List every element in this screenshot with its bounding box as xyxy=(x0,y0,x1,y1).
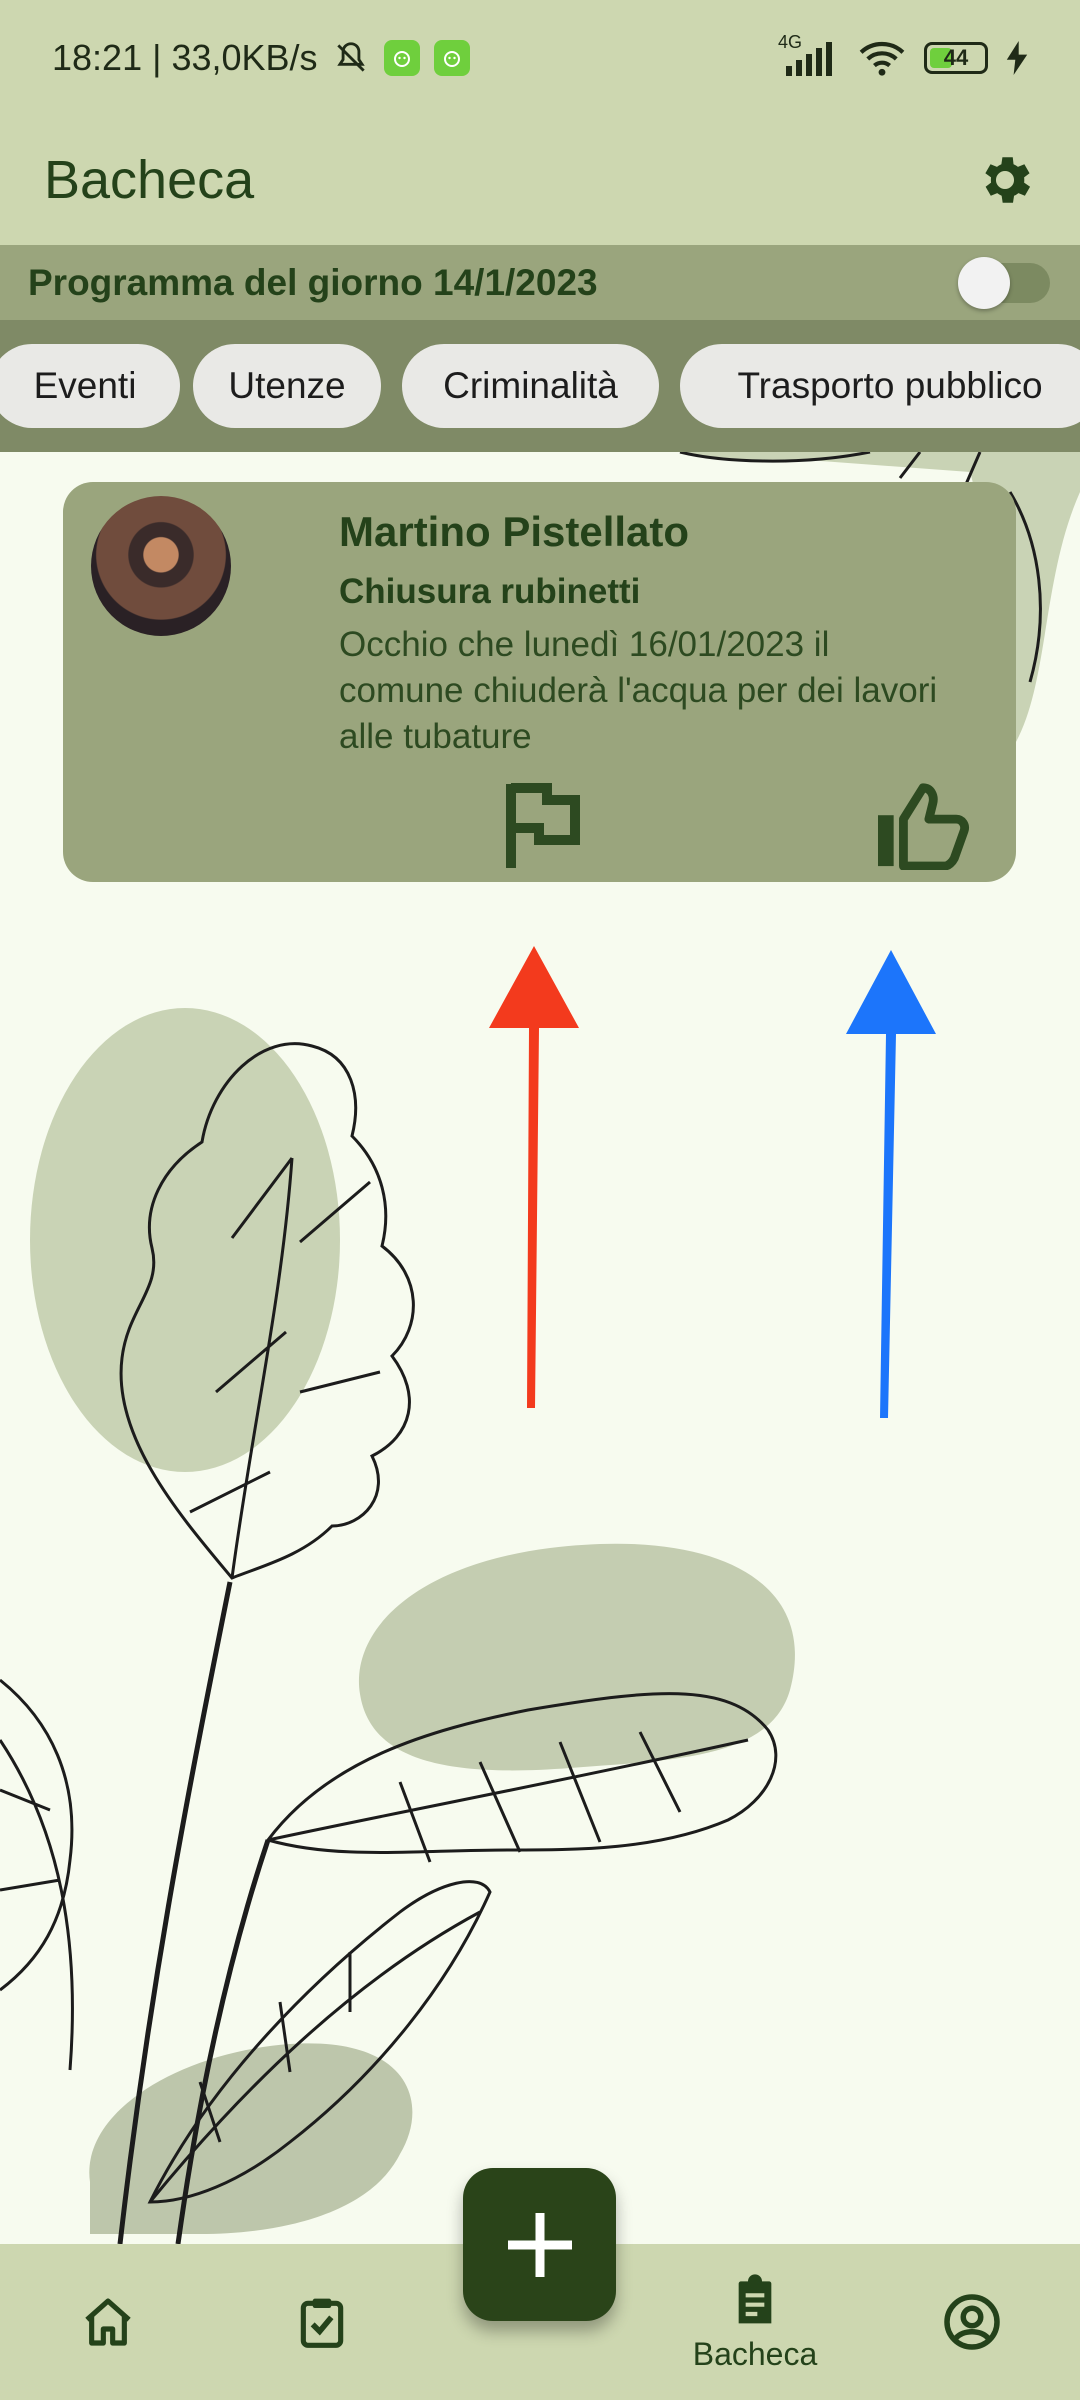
annotation-arrow-like xyxy=(846,950,936,1418)
plus-icon xyxy=(507,2212,572,2277)
post-author: Martino Pistellato xyxy=(339,508,690,555)
post-card[interactable]: Martino Pistellato Chiusura rubinetti Oc… xyxy=(63,482,1016,882)
thumb-up-icon[interactable] xyxy=(875,780,971,870)
chip-utenze[interactable]: Utenze xyxy=(193,344,381,428)
post-body: Occhio che lunedì 16/01/2023 il comune c… xyxy=(339,625,938,756)
category-chips: Eventi Utenze Criminalità Trasporto pubb… xyxy=(0,320,1080,452)
nav-bacheca[interactable]: Bacheca xyxy=(680,2244,830,2400)
status-bar: 18:21 | 33,0KB/s 4G 44 xyxy=(0,0,1080,115)
post-subject: Chiusura rubinetti xyxy=(339,572,641,611)
toggle-knob xyxy=(958,256,1010,309)
page-title: Bacheca xyxy=(44,150,255,210)
battery-icon: 44 xyxy=(924,41,988,74)
daily-program-bar: Programma del giorno 14/1/2023 xyxy=(0,245,1080,320)
wifi-icon xyxy=(859,41,905,76)
nav-bacheca-label: Bacheca xyxy=(692,2335,818,2372)
network-type: 4G xyxy=(778,31,803,52)
battery-level: 44 xyxy=(943,44,969,70)
charging-icon xyxy=(1006,40,1028,75)
checklist-icon xyxy=(300,2298,344,2348)
app-notification-icon xyxy=(433,39,470,76)
daily-program-label: Programma del giorno 14/1/2023 xyxy=(28,261,598,303)
avatar xyxy=(91,496,231,636)
account-circle-icon xyxy=(944,2294,1000,2350)
annotation-arrow-report xyxy=(489,946,579,1408)
chip-trasporto-pubblico[interactable]: Trasporto pubblico xyxy=(680,344,1080,428)
app-bar: Bacheca xyxy=(0,115,1080,245)
add-post-button[interactable] xyxy=(463,2168,616,2321)
chip-eventi[interactable]: Eventi xyxy=(0,344,180,428)
nav-tasks[interactable] xyxy=(272,2244,372,2400)
app-notification-icon xyxy=(383,39,420,76)
clipboard-icon xyxy=(738,2273,772,2323)
nav-profile[interactable] xyxy=(922,2244,1022,2400)
gear-icon[interactable] xyxy=(974,149,1036,211)
bell-off-icon xyxy=(336,41,365,72)
home-icon xyxy=(85,2298,131,2346)
chip-criminalita[interactable]: Criminalità xyxy=(402,344,659,428)
nav-home[interactable] xyxy=(58,2244,158,2400)
signal-icon: 4G xyxy=(778,32,840,76)
flag-icon[interactable] xyxy=(503,780,583,868)
feed: Martino Pistellato Chiusura rubinetti Oc… xyxy=(0,452,1080,2244)
status-time-speed: 18:21 | 33,0KB/s xyxy=(52,36,318,78)
daily-program-toggle[interactable] xyxy=(958,256,1050,309)
